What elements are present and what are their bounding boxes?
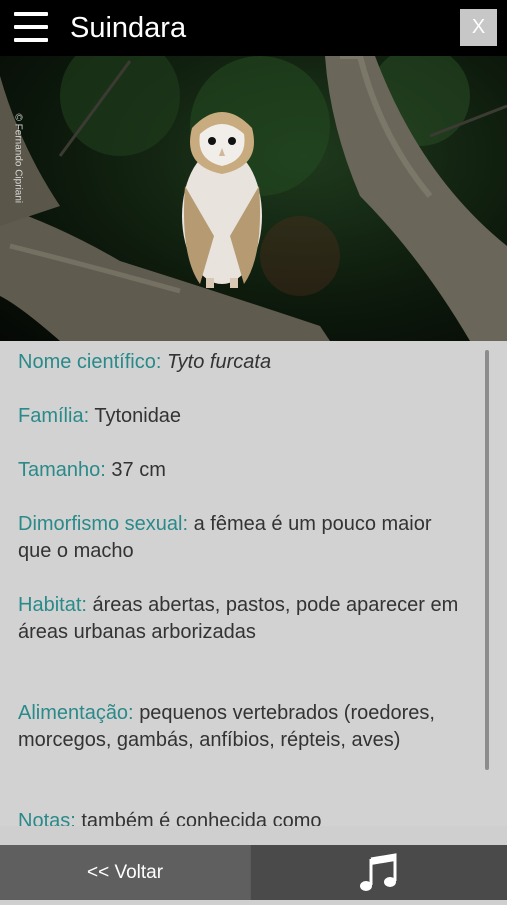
back-button[interactable]: << Voltar [0, 845, 250, 900]
size-field: Tamanho: 37 cm [18, 457, 468, 484]
family-field: Família: Tytonidae [18, 403, 468, 430]
scientific-name-field: Nome científico: Tyto furcata [18, 349, 468, 376]
sexual-dimorphism-label: Dimorfismo sexual: [18, 513, 189, 535]
play-sound-button[interactable] [251, 845, 507, 900]
size-label: Tamanho: [18, 459, 106, 481]
owl-photo-illustration [0, 56, 507, 341]
notes-field: Notas: também é conhecida como [18, 808, 468, 826]
footer-bar: << Voltar [0, 845, 507, 900]
sexual-dimorphism-field: Dimorfismo sexual: a fêmea é um pouco ma… [18, 511, 468, 565]
diet-label: Alimentação: [18, 702, 134, 724]
close-button[interactable]: X [460, 9, 497, 46]
family-label: Família: [18, 405, 90, 427]
notes-label: Notas: [18, 810, 76, 826]
music-note-icon [360, 853, 397, 891]
species-details[interactable]: Nome científico: Tyto furcata Família: T… [0, 341, 507, 826]
page-title: Suindara [70, 12, 187, 44]
size-value: 37 cm [111, 459, 166, 481]
habitat-field: Habitat: áreas abertas, pastos, pode apa… [18, 592, 468, 646]
habitat-label: Habitat: [18, 594, 87, 616]
scientific-name-label: Nome científico: [18, 351, 162, 373]
notes-value: também é conhecida como [81, 810, 322, 826]
species-photo: © Fernando Cipriani [0, 56, 507, 341]
hamburger-menu-icon[interactable] [14, 12, 48, 44]
family-value: Tytonidae [94, 405, 182, 427]
diet-field: Alimentação: pequenos vertebrados (roedo… [18, 700, 468, 754]
photo-credit: © Fernando Cipriani [12, 113, 24, 204]
scrollbar[interactable] [485, 350, 489, 770]
scientific-name-value: Tyto furcata [166, 351, 272, 373]
header-bar: Suindara X [0, 0, 507, 56]
